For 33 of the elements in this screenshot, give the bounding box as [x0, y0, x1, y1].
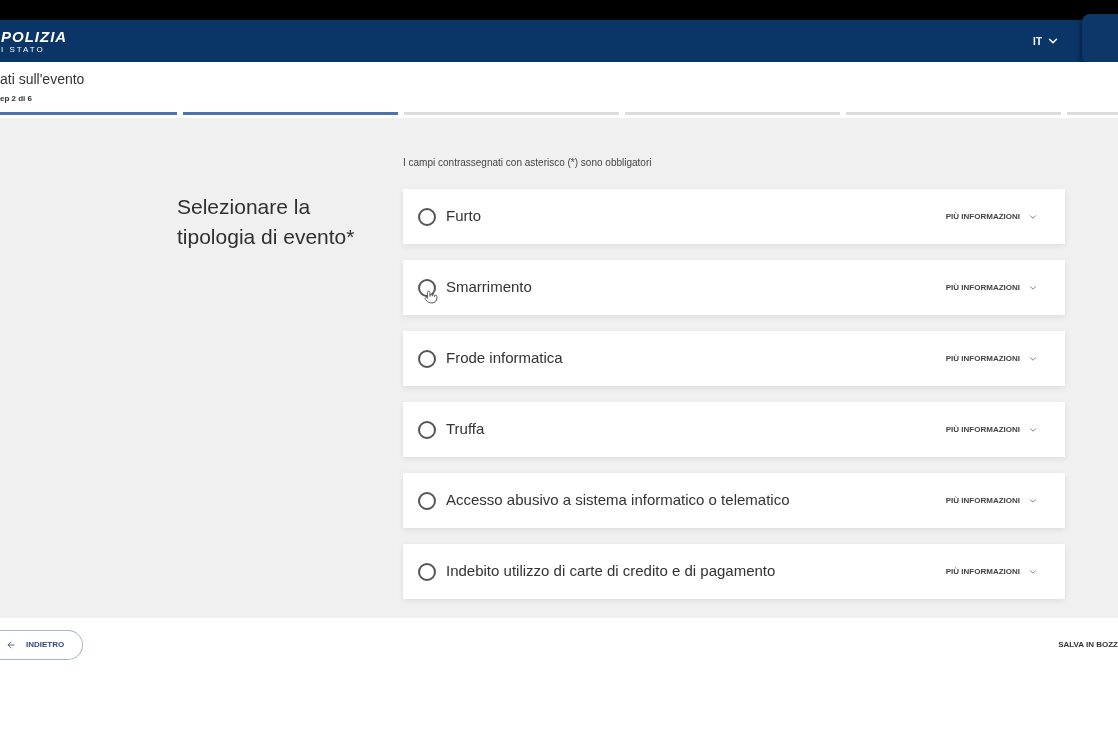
page-title: ati sull'evento [0, 70, 86, 88]
option-card[interactable]: Accesso abusivo a sistema informatico o telematico PIÙ INFORMAZIONI [403, 473, 1065, 528]
radio-button[interactable] [418, 562, 436, 581]
arrow-left-icon [6, 640, 16, 650]
option-label: Smarrimento [446, 277, 532, 298]
header-button[interactable] [1082, 14, 1118, 64]
logo-subtitle: I STATO [1, 44, 46, 54]
question-label: Selezionare la tipologia di evento* [177, 194, 356, 250]
option-card[interactable]: Frode informatica PIÙ INFORMAZIONI [403, 331, 1065, 386]
option-label: Indebito utilizzo di carte di credito e di pagamento [446, 561, 776, 582]
language-selector[interactable]: IT [1033, 33, 1060, 49]
option-card[interactable]: Smarrimento PIÙ INFORMAZIONI [403, 260, 1065, 315]
option-label: Truffa [446, 419, 485, 440]
more-info-button[interactable]: PIÙ INFORMAZIONI [945, 352, 1038, 365]
option-card[interactable]: Truffa PIÙ INFORMAZIONI [403, 402, 1065, 457]
option-label: Accesso abusivo a sistema informatico o telematico [446, 490, 790, 511]
radio-button[interactable] [418, 349, 436, 368]
more-info-button[interactable]: PIÙ INFORMAZIONI [945, 494, 1038, 507]
step-counter: ep 2 di 6 [0, 94, 33, 104]
save-draft-button[interactable]: SALVA IN BOZZ [1058, 639, 1118, 651]
more-info-button[interactable]: PIÙ INFORMAZIONI [945, 565, 1038, 578]
option-card[interactable]: Indebito utilizzo di carte di credito e di pagamento PIÙ INFORMAZIONI [403, 544, 1065, 599]
option-card[interactable]: Furto PIÙ INFORMAZIONI [403, 189, 1065, 244]
required-note: I campi contrassegnati con asterisco (*) sono obbligatori [403, 156, 653, 170]
radio-button[interactable] [418, 207, 436, 226]
more-info-button[interactable]: PIÙ INFORMAZIONI [945, 210, 1038, 223]
option-label: Furto [446, 206, 481, 227]
more-info-button[interactable]: PIÙ INFORMAZIONI [945, 281, 1038, 294]
radio-button[interactable] [418, 491, 436, 510]
logo-text: POLIZIA [1, 28, 68, 44]
radio-button[interactable] [418, 420, 436, 439]
option-label: Frode informatica [446, 348, 563, 369]
more-info-button[interactable]: PIÙ INFORMAZIONI [945, 423, 1038, 436]
